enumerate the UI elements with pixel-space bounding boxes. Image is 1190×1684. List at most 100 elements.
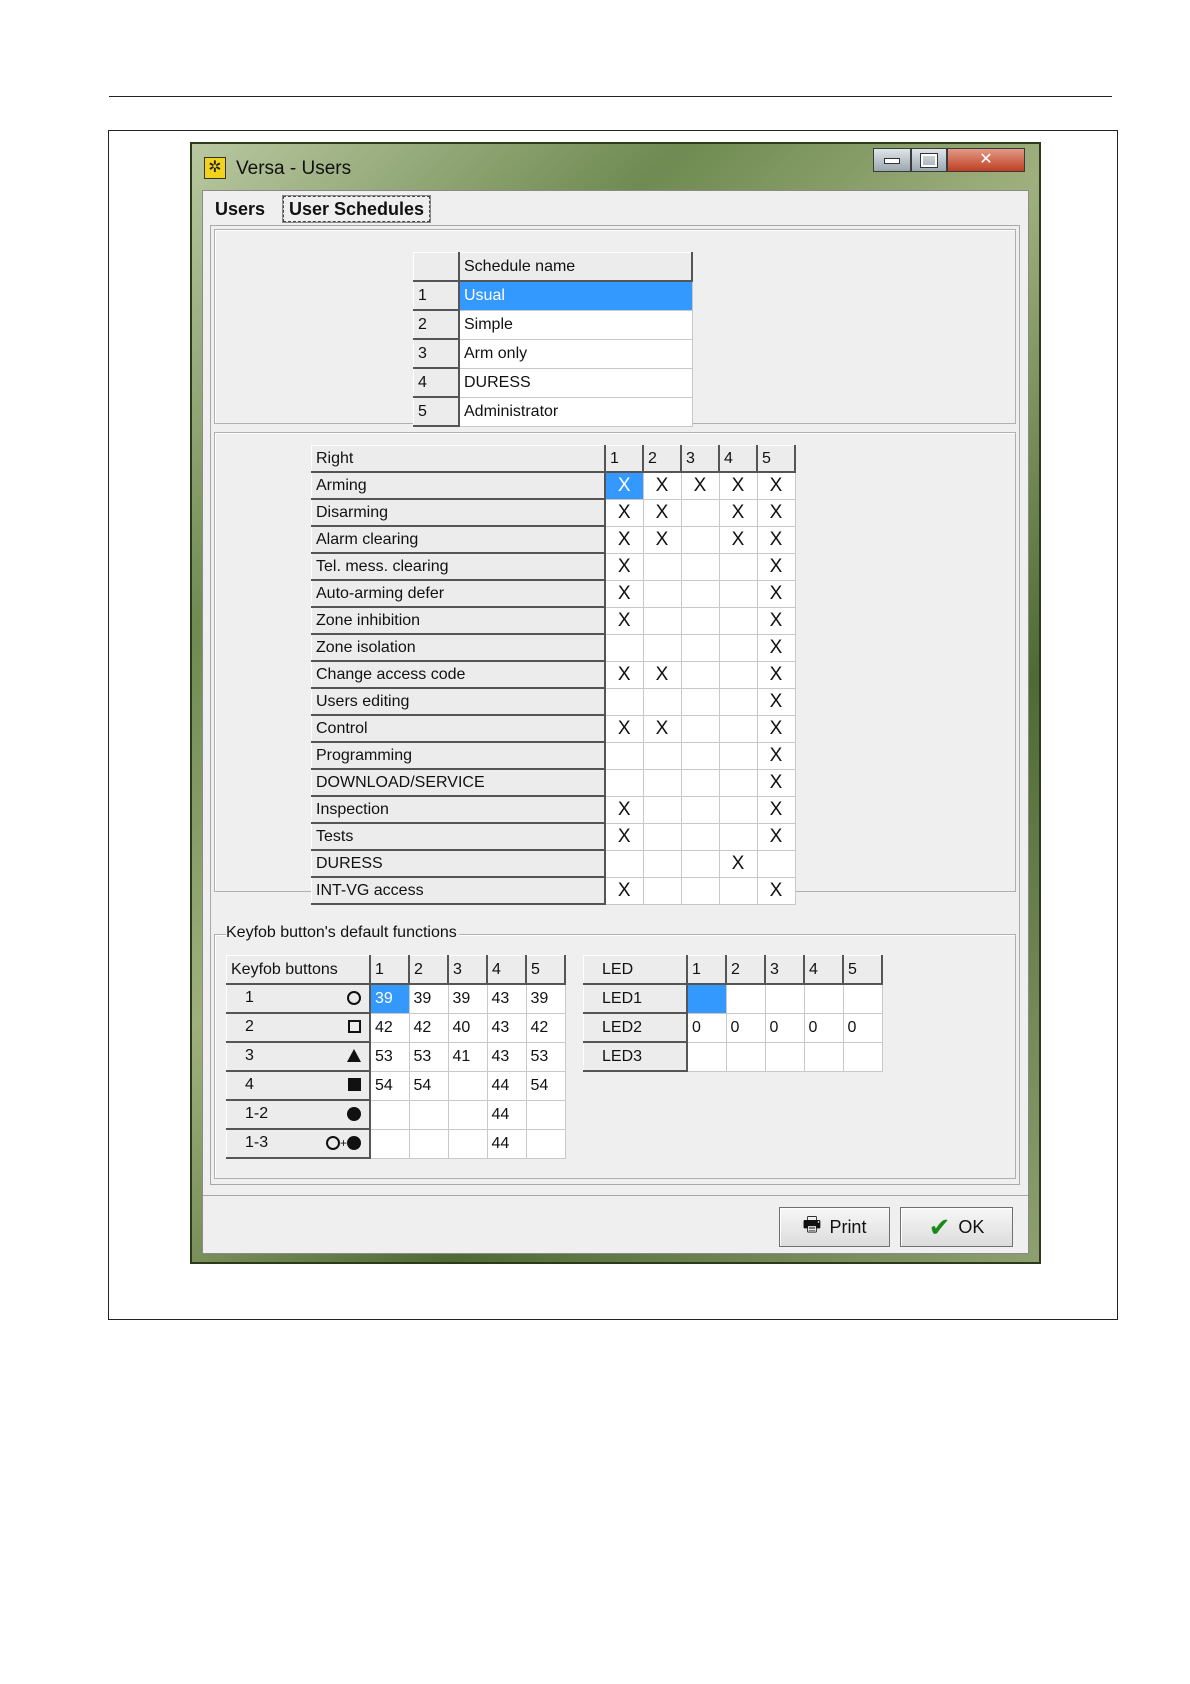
right-toggle-cell[interactable]: X [604,876,644,905]
keyfob-function-cell[interactable]: 44 [486,1099,527,1130]
right-toggle-cell[interactable]: X [642,660,682,689]
led-value-cell[interactable] [764,1041,805,1072]
minimize-button[interactable] [873,148,911,172]
right-toggle-cell[interactable] [604,849,644,878]
keyfob-function-cell[interactable]: 53 [408,1041,449,1072]
right-toggle-cell[interactable] [604,741,644,770]
right-toggle-cell[interactable] [718,822,758,851]
right-toggle-cell[interactable] [680,822,720,851]
led-value-cell[interactable]: 0 [842,1012,883,1043]
right-toggle-cell[interactable] [642,768,682,797]
right-toggle-cell[interactable]: X [718,471,758,500]
right-toggle-cell[interactable]: X [756,633,796,662]
right-toggle-cell[interactable]: X [642,498,682,527]
schedule-row[interactable]: 1 Usual [413,280,693,311]
schedule-name-cell[interactable]: Administrator [458,396,693,427]
right-toggle-cell[interactable] [718,795,758,824]
keyfob-function-cell[interactable] [447,1099,488,1130]
right-toggle-cell[interactable]: X [604,822,644,851]
led-value-cell[interactable] [764,983,805,1014]
schedule-name-cell[interactable]: Simple [458,309,693,340]
schedule-row[interactable]: 2 Simple [413,309,693,340]
right-toggle-cell[interactable]: X [756,687,796,716]
right-toggle-cell[interactable] [642,795,682,824]
right-toggle-cell[interactable] [756,849,796,878]
right-toggle-cell[interactable]: X [756,552,796,581]
right-toggle-cell[interactable]: X [604,579,644,608]
schedule-name-cell[interactable]: DURESS [458,367,693,398]
keyfob-function-cell[interactable] [408,1099,449,1130]
led-value-cell[interactable] [803,1041,844,1072]
right-toggle-cell[interactable] [680,633,720,662]
right-toggle-cell[interactable] [642,606,682,635]
right-toggle-cell[interactable] [718,633,758,662]
tab-user-schedules[interactable]: User Schedules [281,195,432,223]
right-toggle-cell[interactable]: X [756,768,796,797]
keyfob-function-cell[interactable]: 39 [369,983,410,1014]
right-toggle-cell[interactable] [680,768,720,797]
keyfob-function-cell[interactable] [369,1128,410,1159]
right-toggle-cell[interactable]: X [718,525,758,554]
right-toggle-cell[interactable]: X [718,849,758,878]
led-value-cell[interactable] [725,1041,766,1072]
right-toggle-cell[interactable] [604,687,644,716]
right-toggle-cell[interactable]: X [642,525,682,554]
schedule-row[interactable]: 4 DURESS [413,367,693,398]
maximize-button[interactable] [911,148,947,172]
schedule-row[interactable]: 5 Administrator [413,396,693,427]
right-toggle-cell[interactable] [680,795,720,824]
right-toggle-cell[interactable]: X [604,498,644,527]
right-toggle-cell[interactable] [718,660,758,689]
right-toggle-cell[interactable] [680,741,720,770]
right-toggle-cell[interactable] [642,552,682,581]
schedule-name-cell[interactable]: Usual [458,280,693,311]
led-value-cell[interactable] [842,1041,883,1072]
led-value-cell[interactable]: 0 [725,1012,766,1043]
keyfob-function-cell[interactable]: 54 [525,1070,566,1101]
right-toggle-cell[interactable]: X [756,822,796,851]
right-toggle-cell[interactable] [718,741,758,770]
tab-users[interactable]: Users [215,196,265,223]
led-value-cell[interactable] [686,983,727,1014]
right-toggle-cell[interactable]: X [756,741,796,770]
led-value-cell[interactable] [803,983,844,1014]
right-toggle-cell[interactable] [642,822,682,851]
title-bar[interactable]: ✲ Versa - Users ✕ [192,144,1039,190]
right-toggle-cell[interactable] [642,633,682,662]
led-value-cell[interactable]: 0 [803,1012,844,1043]
right-toggle-cell[interactable]: X [756,876,796,905]
right-toggle-cell[interactable] [680,552,720,581]
keyfob-function-cell[interactable]: 41 [447,1041,488,1072]
right-toggle-cell[interactable] [680,579,720,608]
right-toggle-cell[interactable]: X [604,795,644,824]
right-toggle-cell[interactable] [642,687,682,716]
right-toggle-cell[interactable]: X [604,552,644,581]
right-toggle-cell[interactable] [680,687,720,716]
close-button[interactable]: ✕ [947,148,1025,172]
right-toggle-cell[interactable] [642,579,682,608]
right-toggle-cell[interactable]: X [756,606,796,635]
right-toggle-cell[interactable] [604,768,644,797]
keyfob-function-cell[interactable] [408,1128,449,1159]
right-toggle-cell[interactable]: X [642,471,682,500]
right-toggle-cell[interactable] [680,660,720,689]
right-toggle-cell[interactable] [718,552,758,581]
right-toggle-cell[interactable] [718,687,758,716]
right-toggle-cell[interactable] [642,741,682,770]
print-button[interactable]: 🖶 Print [779,1207,890,1247]
led-value-cell[interactable] [842,983,883,1014]
ok-button[interactable]: ✔ OK [900,1207,1013,1247]
right-toggle-cell[interactable]: X [756,525,796,554]
right-toggle-cell[interactable]: X [756,795,796,824]
keyfob-function-cell[interactable]: 39 [447,983,488,1014]
keyfob-function-cell[interactable]: 40 [447,1012,488,1043]
keyfob-function-cell[interactable] [525,1099,566,1130]
keyfob-function-cell[interactable]: 53 [525,1041,566,1072]
right-toggle-cell[interactable]: X [604,714,644,743]
keyfob-function-cell[interactable]: 43 [486,983,527,1014]
led-value-cell[interactable] [686,1041,727,1072]
keyfob-function-cell[interactable]: 44 [486,1128,527,1159]
keyfob-function-cell[interactable]: 54 [408,1070,449,1101]
led-value-cell[interactable] [725,983,766,1014]
right-toggle-cell[interactable] [680,525,720,554]
